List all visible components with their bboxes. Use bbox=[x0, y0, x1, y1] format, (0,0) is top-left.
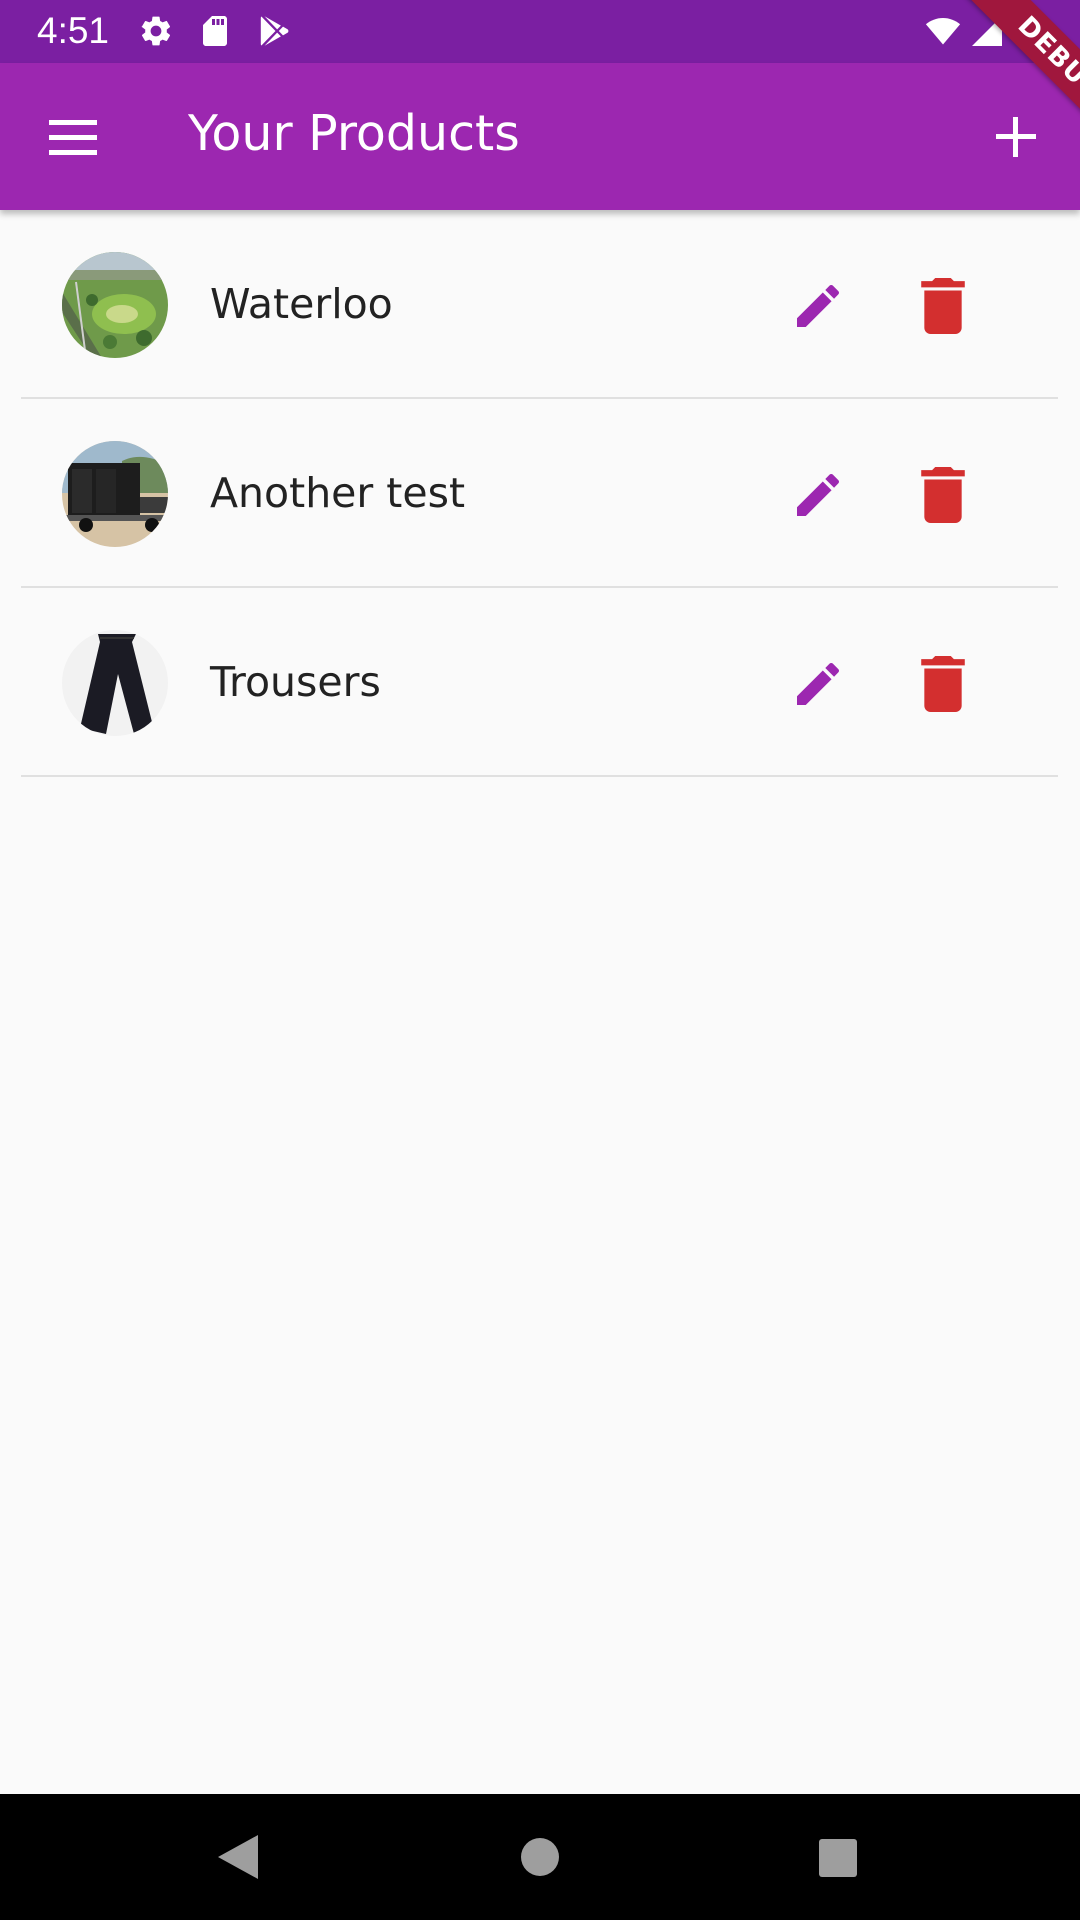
play-store-icon bbox=[260, 16, 289, 46]
page-title: Your Products bbox=[188, 105, 520, 162]
edit-icon bbox=[797, 473, 840, 516]
edit-button[interactable] bbox=[790, 278, 846, 334]
delete-button[interactable] bbox=[918, 278, 968, 334]
status-bar: 4:51 bbox=[0, 0, 1080, 63]
app-bar: Your Products bbox=[0, 63, 1080, 210]
delete-button[interactable] bbox=[918, 467, 968, 523]
list-item: Another test bbox=[0, 399, 1080, 588]
list-item: Trousers bbox=[0, 588, 1080, 777]
list-item: Waterloo bbox=[0, 210, 1080, 399]
edit-icon bbox=[797, 662, 840, 705]
product-avatar[interactable] bbox=[62, 252, 168, 358]
delete-icon bbox=[921, 656, 965, 712]
divider bbox=[21, 775, 1058, 777]
product-title: Waterloo bbox=[210, 280, 393, 328]
navigation-bar bbox=[0, 1794, 1080, 1920]
delete-icon bbox=[921, 278, 965, 334]
product-avatar[interactable] bbox=[62, 630, 168, 736]
recents-icon[interactable] bbox=[818, 1838, 858, 1878]
trousers-image bbox=[62, 630, 168, 736]
aerial-landscape-image bbox=[62, 252, 168, 358]
product-list: Waterloo Another test Trousers bbox=[0, 210, 1080, 777]
status-time: 4:51 bbox=[37, 10, 110, 51]
truck-image bbox=[62, 441, 168, 547]
edit-button[interactable] bbox=[790, 656, 846, 712]
settings-icon bbox=[141, 16, 171, 46]
product-title: Another test bbox=[210, 469, 466, 517]
home-icon[interactable] bbox=[520, 1837, 560, 1877]
add-product-button[interactable] bbox=[986, 107, 1046, 167]
add-icon bbox=[996, 117, 1036, 157]
app-screen: 4:51 Your Products DEBUG Waterloo Anothe… bbox=[0, 0, 1080, 1920]
edit-button[interactable] bbox=[790, 467, 846, 523]
wifi-icon bbox=[925, 17, 961, 45]
menu-button[interactable] bbox=[36, 106, 110, 168]
delete-icon bbox=[921, 467, 965, 523]
menu-icon bbox=[49, 120, 97, 155]
product-title: Trousers bbox=[210, 658, 381, 706]
delete-button[interactable] bbox=[918, 656, 968, 712]
product-avatar[interactable] bbox=[62, 441, 168, 547]
sd-card-icon bbox=[203, 16, 227, 46]
edit-icon bbox=[797, 284, 840, 327]
back-icon[interactable] bbox=[214, 1831, 260, 1883]
